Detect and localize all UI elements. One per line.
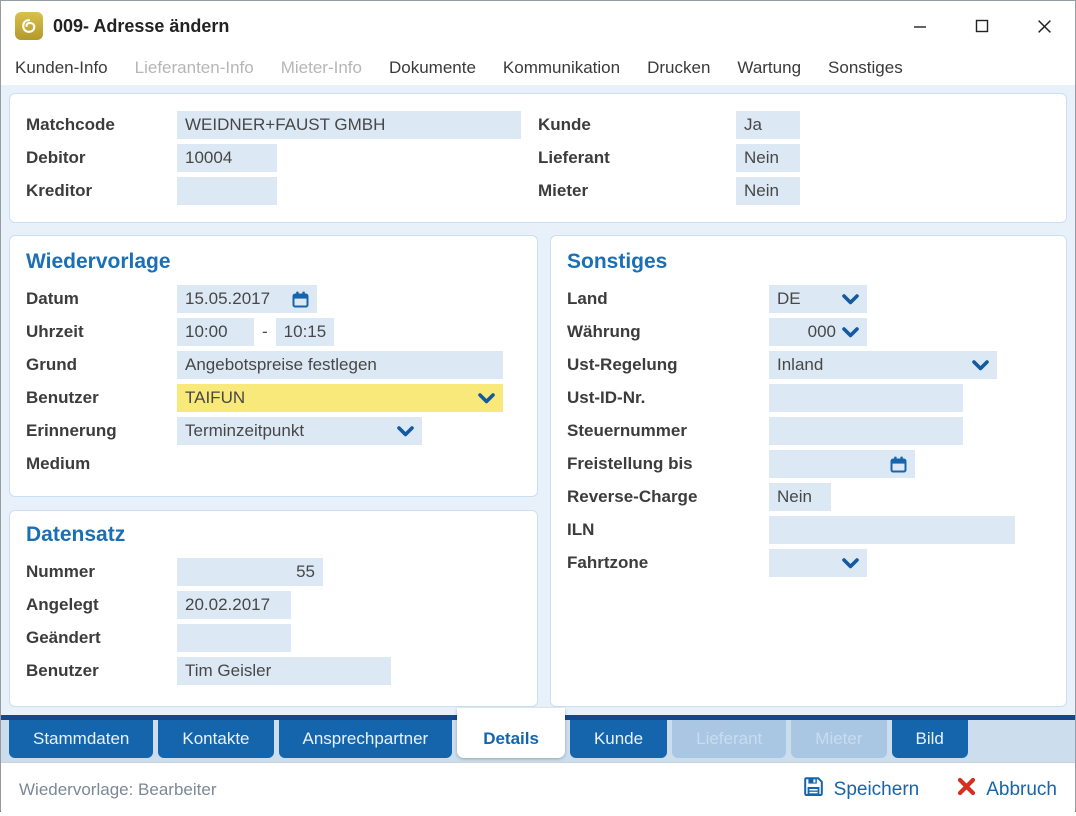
tab-ansprechpartner[interactable]: Ansprechpartner	[279, 720, 453, 758]
sonstiges-title: Sonstiges	[567, 250, 1050, 274]
cancel-button[interactable]: Abbruch	[957, 777, 1057, 802]
menu-kunden-info[interactable]: Kunden-Info	[15, 58, 108, 78]
bottom-tab-bar: Stammdaten Kontakte Ansprechpartner Deta…	[1, 715, 1075, 762]
angelegt-field: 20.02.2017	[177, 591, 291, 619]
calendar-icon[interactable]	[292, 291, 309, 308]
datensatz-benutzer-field: Tim Geisler	[177, 657, 391, 685]
datensatz-panel: Datensatz Nummer 55 Angelegt 20.02.2017 …	[9, 510, 538, 707]
freistellung-field[interactable]	[769, 450, 915, 478]
land-label: Land	[567, 289, 769, 309]
menu-dokumente[interactable]: Dokumente	[389, 58, 476, 78]
tab-stammdaten[interactable]: Stammdaten	[9, 720, 153, 758]
menu-bar: Kunden-Info Lieferanten-Info Mieter-Info…	[1, 51, 1075, 85]
datensatz-title: Datensatz	[26, 523, 521, 547]
mieter-label: Mieter	[538, 181, 736, 201]
uhrzeit-separator: -	[262, 322, 268, 342]
waehrung-label: Währung	[567, 322, 769, 342]
freistellung-label: Freistellung bis	[567, 454, 769, 474]
ust-regelung-dropdown[interactable]: Inland	[769, 351, 997, 379]
uhrzeit-von-field[interactable]: 10:00	[177, 318, 254, 346]
nummer-field: 55	[177, 558, 323, 586]
kunde-field[interactable]: Ja	[736, 111, 800, 139]
chevron-down-icon	[972, 360, 989, 371]
uhrzeit-bis-field[interactable]: 10:15	[276, 318, 334, 346]
benutzer-label: Benutzer	[26, 388, 177, 408]
sonstiges-panel: Sonstiges Land DE Währung 000	[550, 235, 1067, 707]
angelegt-label: Angelegt	[26, 595, 177, 615]
chevron-down-icon	[842, 327, 859, 338]
save-floppy-icon	[803, 776, 824, 803]
matchcode-label: Matchcode	[26, 115, 177, 135]
debitor-label: Debitor	[26, 148, 177, 168]
iln-label: ILN	[567, 520, 769, 540]
datum-field[interactable]: 15.05.2017	[177, 285, 317, 313]
geaendert-label: Geändert	[26, 628, 177, 648]
menu-lieferanten-info: Lieferanten-Info	[135, 58, 254, 78]
uhrzeit-label: Uhrzeit	[26, 322, 177, 342]
ust-id-label: Ust-ID-Nr.	[567, 388, 769, 408]
steuernummer-label: Steuernummer	[567, 421, 769, 441]
tab-kunde[interactable]: Kunde	[570, 720, 667, 758]
grund-field[interactable]: Angebotspreise festlegen	[177, 351, 503, 379]
chevron-down-icon	[842, 294, 859, 305]
nummer-label: Nummer	[26, 562, 177, 582]
chevron-down-icon	[842, 558, 859, 569]
kunde-label: Kunde	[538, 115, 736, 135]
medium-label: Medium	[26, 454, 177, 474]
status-message: Wiedervorlage: Bearbeiter	[19, 780, 216, 800]
waehrung-dropdown[interactable]: 000	[769, 318, 867, 346]
content-area: Matchcode WEIDNER+FAUST GMBH Debitor 100…	[1, 85, 1075, 715]
calendar-icon[interactable]	[890, 456, 907, 473]
menu-kommunikation[interactable]: Kommunikation	[503, 58, 620, 78]
lieferant-label: Lieferant	[538, 148, 736, 168]
datensatz-benutzer-label: Benutzer	[26, 661, 177, 681]
lieferant-field[interactable]: Nein	[736, 144, 800, 172]
save-button[interactable]: Speichern	[803, 776, 920, 803]
save-label: Speichern	[834, 779, 920, 801]
reverse-charge-field[interactable]: Nein	[769, 483, 831, 511]
erinnerung-label: Erinnerung	[26, 421, 177, 441]
kreditor-field[interactable]	[177, 177, 277, 205]
header-panel: Matchcode WEIDNER+FAUST GMBH Debitor 100…	[9, 93, 1067, 223]
land-dropdown[interactable]: DE	[769, 285, 867, 313]
debitor-field[interactable]: 10004	[177, 144, 277, 172]
cancel-x-icon	[957, 777, 976, 802]
window-title: 009- Adresse ändern	[53, 16, 229, 37]
ust-regelung-label: Ust-Regelung	[567, 355, 769, 375]
geaendert-field	[177, 624, 291, 652]
wiedervorlage-title: Wiedervorlage	[26, 250, 521, 274]
tab-details[interactable]: Details	[457, 708, 565, 758]
reverse-charge-label: Reverse-Charge	[567, 487, 769, 507]
matchcode-field[interactable]: WEIDNER+FAUST GMBH	[177, 111, 521, 139]
app-logo-icon	[15, 12, 43, 40]
menu-drucken[interactable]: Drucken	[647, 58, 710, 78]
title-bar: 009- Adresse ändern	[1, 1, 1075, 51]
erinnerung-dropdown[interactable]: Terminzeitpunkt	[177, 417, 422, 445]
maximize-button[interactable]	[951, 1, 1013, 51]
benutzer-dropdown[interactable]: TAIFUN	[177, 384, 503, 412]
close-button[interactable]	[1013, 1, 1075, 51]
tab-bild[interactable]: Bild	[892, 720, 968, 758]
chevron-down-icon	[478, 393, 495, 404]
cancel-label: Abbruch	[986, 779, 1057, 801]
datum-label: Datum	[26, 289, 177, 309]
menu-wartung[interactable]: Wartung	[737, 58, 801, 78]
kreditor-label: Kreditor	[26, 181, 177, 201]
iln-field[interactable]	[769, 516, 1015, 544]
fahrtzone-label: Fahrtzone	[567, 553, 769, 573]
menu-mieter-info: Mieter-Info	[281, 58, 362, 78]
ust-id-field[interactable]	[769, 384, 963, 412]
fahrtzone-dropdown[interactable]	[769, 549, 867, 577]
status-bar: Wiedervorlage: Bearbeiter Speichern Abbr…	[1, 762, 1075, 816]
wiedervorlage-panel: Wiedervorlage Datum 15.05.2017 Uhrzeit 1…	[9, 235, 538, 497]
tab-lieferant: Lieferant	[672, 720, 786, 758]
mieter-field[interactable]: Nein	[736, 177, 800, 205]
tab-kontakte[interactable]: Kontakte	[158, 720, 273, 758]
steuernummer-field[interactable]	[769, 417, 963, 445]
tab-mieter: Mieter	[791, 720, 886, 758]
chevron-down-icon	[397, 426, 414, 437]
grund-label: Grund	[26, 355, 177, 375]
minimize-button[interactable]	[889, 1, 951, 51]
menu-sonstiges[interactable]: Sonstiges	[828, 58, 903, 78]
